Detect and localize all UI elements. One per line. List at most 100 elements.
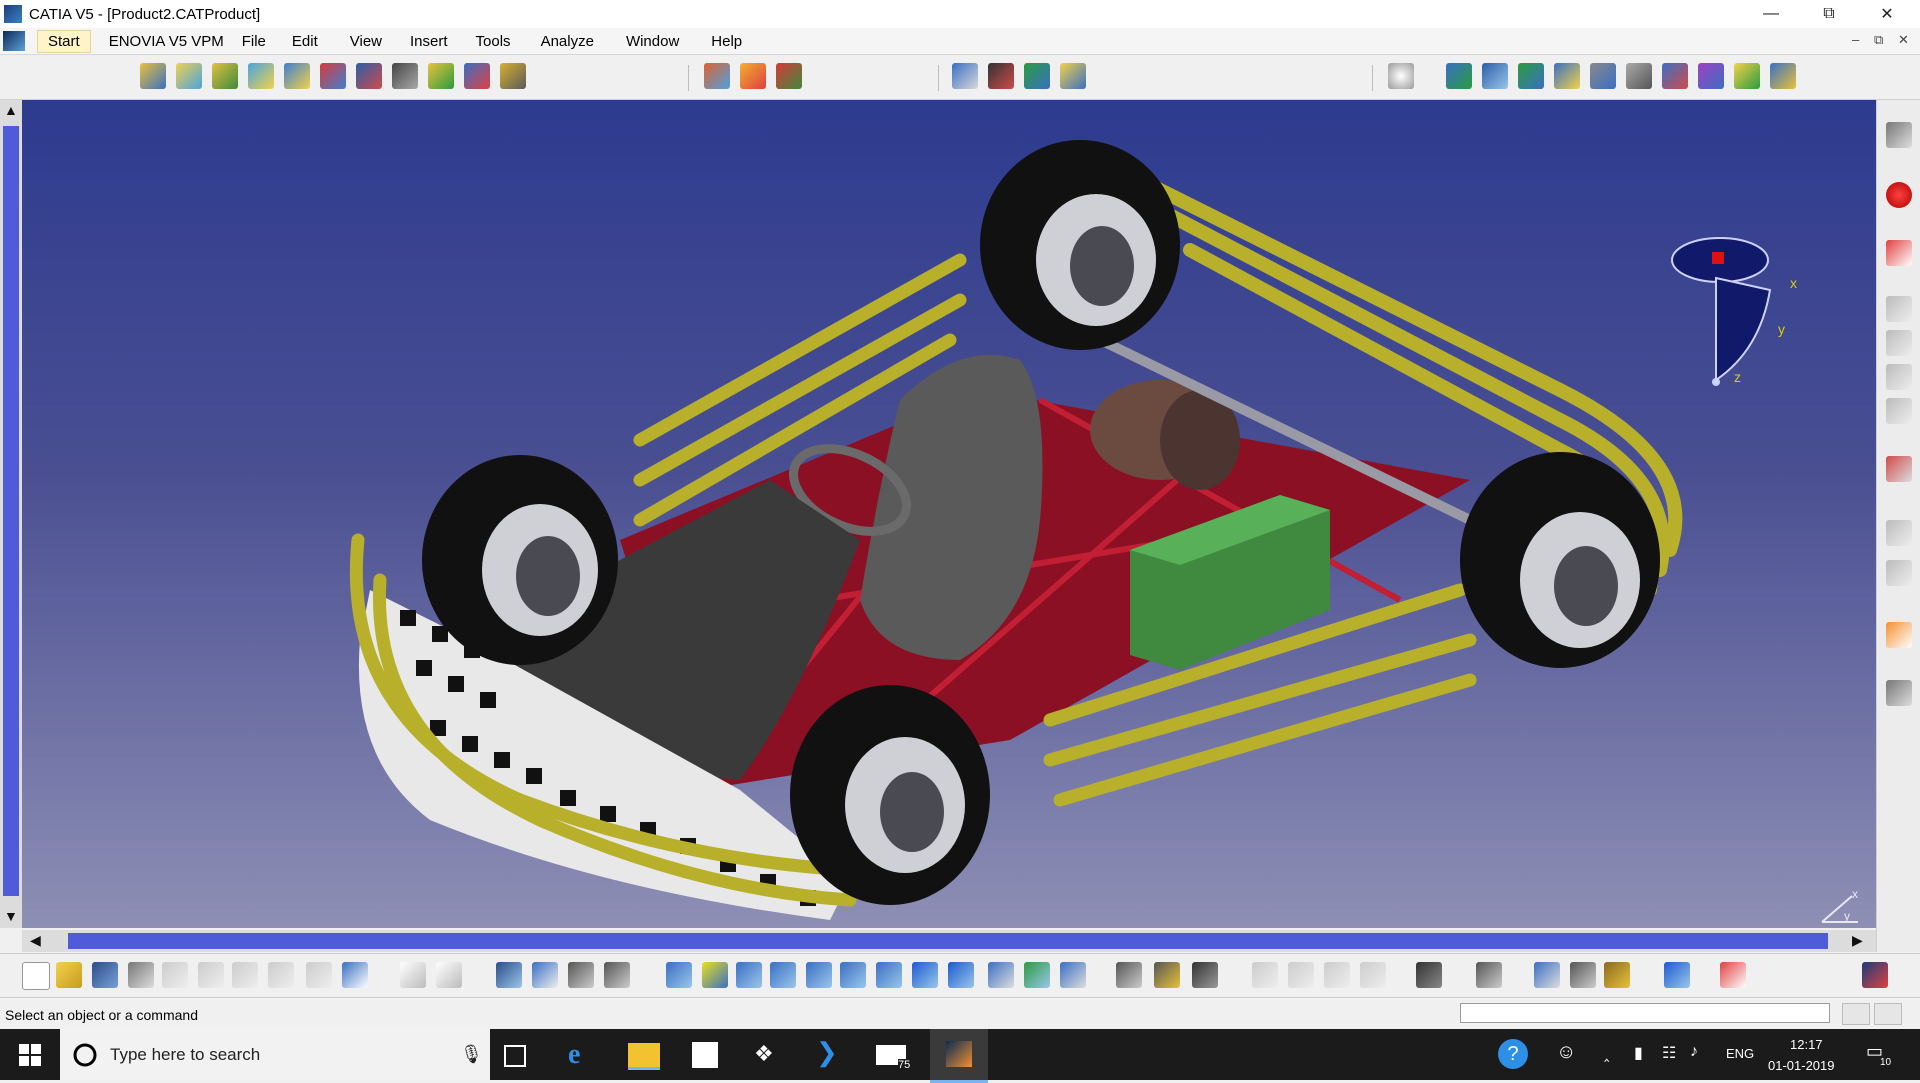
bill-of-material-icon[interactable] (1886, 122, 1912, 148)
multi-instantiation-icon[interactable] (500, 63, 526, 89)
stop-icon[interactable] (1886, 182, 1912, 208)
clash-icon[interactable] (952, 63, 978, 89)
help-icon[interactable]: ? (1498, 1039, 1528, 1069)
replace-component-icon[interactable] (320, 63, 346, 89)
select-icon[interactable] (1886, 622, 1912, 648)
redo-icon[interactable] (306, 962, 332, 988)
menu-enovia[interactable]: ENOVIA V5 VPM (109, 33, 224, 50)
multi-view-icon[interactable] (912, 962, 938, 988)
new-component-icon[interactable] (176, 63, 202, 89)
angle-constraint-icon[interactable] (1554, 63, 1580, 89)
isometric-view-icon[interactable] (948, 962, 974, 988)
offset-constraint-icon[interactable] (1518, 63, 1544, 89)
compass[interactable]: x y z (1671, 237, 1797, 386)
disabled-tool-3-icon[interactable] (1886, 364, 1912, 390)
analysis-disabled-4-icon[interactable] (1360, 962, 1386, 988)
distance-analysis-icon[interactable] (1024, 63, 1050, 89)
cut-icon[interactable] (162, 962, 188, 988)
menu-view[interactable]: View (350, 33, 382, 50)
microphone-icon[interactable]: 🎙 (460, 1044, 483, 1065)
dimension-icon[interactable] (1534, 962, 1560, 988)
snap-icon[interactable] (740, 63, 766, 89)
wheel-rear-right[interactable] (1460, 452, 1660, 668)
pdf-export-icon[interactable] (1886, 240, 1912, 266)
zoom-out-icon[interactable] (840, 962, 866, 988)
design-table-icon[interactable] (496, 962, 522, 988)
volume-icon[interactable]: ♪ (1690, 1043, 1698, 1061)
fix-together-icon[interactable] (1626, 63, 1652, 89)
show-hidden-icons-chevron-icon[interactable]: ‸ (1604, 1043, 1609, 1063)
measure-between-icon[interactable] (604, 962, 630, 988)
task-view-icon[interactable] (504, 1045, 526, 1067)
analysis-disabled-3-icon[interactable] (1324, 962, 1350, 988)
scroll-left-arrow-icon[interactable]: ◀ (30, 932, 41, 949)
selective-load-icon[interactable] (428, 63, 454, 89)
doc-minimize-icon[interactable]: – (1852, 32, 1859, 47)
3d-viewport[interactable]: x y z x y (0, 100, 1876, 928)
store-icon[interactable] (692, 1042, 718, 1068)
manipulation-icon[interactable] (704, 63, 730, 89)
dropbox-icon[interactable]: ❖ (754, 1041, 786, 1073)
doc-close-icon[interactable]: ✕ (1898, 32, 1909, 48)
measure-inertia-icon[interactable] (568, 962, 594, 988)
undo-icon[interactable] (268, 962, 294, 988)
work-on-support-icon[interactable] (1664, 962, 1690, 988)
close-button[interactable]: ✕ (1858, 0, 1916, 28)
rotate-icon[interactable] (770, 962, 796, 988)
horizontal-scrollbar[interactable]: ◀ ▶ (22, 930, 1876, 952)
update-icon[interactable] (1388, 63, 1414, 89)
battery-icon[interactable]: ▮ (1634, 1043, 1643, 1063)
generate-numbering-icon[interactable] (392, 63, 418, 89)
shading-icon[interactable] (988, 962, 1014, 988)
start-button[interactable] (0, 1029, 60, 1080)
people-icon[interactable]: ☺ (1556, 1041, 1576, 1064)
disabled-tool-2-icon[interactable] (1886, 330, 1912, 356)
sectioning-icon[interactable] (988, 63, 1014, 89)
quick-constraint-icon[interactable] (1662, 63, 1688, 89)
power-input-field[interactable] (1460, 1003, 1830, 1023)
power-input-clear-button[interactable] (1842, 1003, 1870, 1025)
law-icon[interactable] (532, 962, 558, 988)
camera-icon[interactable] (1416, 962, 1442, 988)
open-icon[interactable] (56, 962, 82, 988)
formula-icon[interactable] (400, 962, 426, 988)
wheel-front-right[interactable] (790, 685, 990, 905)
menu-file[interactable]: File (242, 33, 266, 50)
copy-icon[interactable] (198, 962, 224, 988)
scroll-up-arrow-icon[interactable]: ▲ (4, 102, 18, 118)
existing-component-icon[interactable] (284, 63, 310, 89)
paste-icon[interactable] (232, 962, 258, 988)
menu-insert[interactable]: Insert (410, 33, 448, 50)
swap-visible-space-icon[interactable] (1060, 962, 1086, 988)
vertical-scrollbar[interactable]: ▲ ▼ (0, 100, 22, 928)
minimize-button[interactable]: — (1742, 0, 1800, 28)
go-kart-model[interactable]: x y z x y (0, 100, 1876, 928)
measure-icon[interactable] (1060, 63, 1086, 89)
graph-tree-reordering-icon[interactable] (356, 63, 382, 89)
grid-icon[interactable] (1720, 962, 1746, 988)
menu-window[interactable]: Window (626, 33, 679, 50)
fit-all-in-icon[interactable] (702, 962, 728, 988)
clock-date[interactable]: 01-01-2019 (1768, 1058, 1835, 1073)
hide-show-icon[interactable] (1024, 962, 1050, 988)
fix-component-icon[interactable] (1590, 63, 1616, 89)
normal-view-icon[interactable] (876, 962, 902, 988)
menu-help[interactable]: Help (711, 33, 742, 50)
wheel-front-left[interactable] (422, 455, 618, 665)
analysis-disabled-2-icon[interactable] (1288, 962, 1314, 988)
menu-edit[interactable]: Edit (292, 33, 318, 50)
analysis-disabled-1-icon[interactable] (1252, 962, 1278, 988)
new-icon[interactable] (22, 962, 50, 990)
capture-icon[interactable] (1116, 962, 1142, 988)
new-product-icon[interactable] (212, 63, 238, 89)
pan-icon[interactable] (736, 962, 762, 988)
scroll-down-arrow-icon[interactable]: ▼ (4, 908, 18, 924)
tools-options-icon[interactable] (1886, 680, 1912, 706)
wheel-rear-left[interactable] (980, 140, 1180, 350)
wifi-icon[interactable]: ☷ (1662, 1043, 1676, 1063)
light-sources-icon[interactable] (1192, 962, 1218, 988)
change-constraint-icon[interactable] (1734, 63, 1760, 89)
disabled-tool-5-icon[interactable] (1886, 520, 1912, 546)
catia-menu-logo-icon[interactable] (3, 31, 25, 51)
product-icon[interactable] (140, 63, 166, 89)
